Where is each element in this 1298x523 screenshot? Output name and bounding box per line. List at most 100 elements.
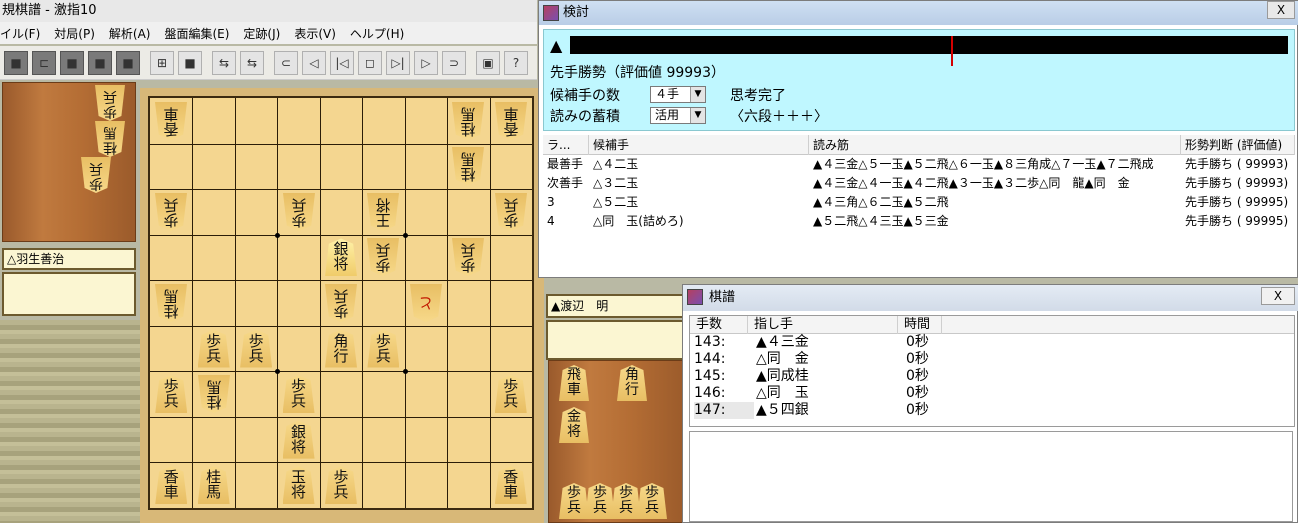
board-grid-line — [150, 416, 532, 418]
column-header-move[interactable]: 候補手 — [589, 135, 809, 155]
shogi-piece[interactable]: 歩兵 — [155, 193, 187, 231]
column-header-rank[interactable]: ラ... — [543, 135, 589, 155]
toolbar-button-icon[interactable]: ? — [504, 50, 528, 75]
shogi-piece[interactable]: 歩兵 — [282, 375, 315, 414]
menu-bar: イル(F) 対局(P) 解析(A) 盤面編集(E) 定跡(J) 表示(V) ヘルプ(H) — [0, 22, 537, 44]
cell-rank: 次善手 — [547, 176, 584, 190]
shogi-piece[interactable]: 角行 — [617, 365, 647, 401]
shogi-piece[interactable]: 歩兵 — [325, 466, 357, 505]
toolbar-button-icon[interactable]: ⊏ — [32, 50, 56, 75]
column-header-eval[interactable]: 形勢判断 (評価値) — [1181, 135, 1295, 155]
shogi-piece[interactable]: 歩兵 — [155, 375, 188, 414]
shogi-piece[interactable]: 桂馬 — [95, 121, 125, 157]
cell-move: △５二玉 — [593, 195, 639, 209]
kifu-cell-move: ▲４三金 — [756, 334, 809, 350]
shogi-piece[interactable]: 歩兵 — [585, 483, 615, 519]
shogi-piece[interactable]: 銀将 — [325, 238, 357, 277]
menu-item[interactable]: イル(F) — [0, 25, 40, 42]
toolbar-button-icon[interactable]: ■ — [60, 50, 84, 75]
shogi-piece[interactable]: 歩兵 — [197, 329, 230, 368]
toolbar-button-icon[interactable]: ◁ — [302, 50, 326, 75]
shogi-piece[interactable]: 桂馬 — [198, 375, 230, 413]
shogi-piece[interactable]: 歩兵 — [240, 329, 273, 368]
menu-item[interactable]: ヘルプ(H) — [350, 25, 404, 42]
kifu-cell-no: 143: — [694, 334, 726, 350]
kifu-header: 手数 指し手 時間 — [690, 316, 1294, 334]
shogi-piece[interactable]: 桂馬 — [155, 284, 187, 322]
shogi-board[interactable]: 香車桂馬香車桂馬歩兵歩兵王将歩兵銀将歩兵歩兵桂馬歩兵と歩兵歩兵角行歩兵歩兵桂馬歩… — [148, 96, 534, 510]
list-item[interactable]: 147: ▲５四銀 0秒 — [690, 402, 1294, 419]
list-item[interactable]: 146: △同 玉 0秒 — [690, 385, 1294, 402]
menu-item[interactable]: 表示(V) — [294, 25, 336, 42]
menu-item[interactable]: 盤面編集(E) — [164, 25, 229, 42]
toolbar-button-icon[interactable]: |◁ — [330, 50, 354, 75]
column-header-move[interactable]: 指し手 — [748, 316, 898, 334]
list-item[interactable]: 145: ▲同成桂 0秒 — [690, 368, 1294, 385]
toolbar-button-icon[interactable]: ⇆ — [240, 50, 264, 75]
shogi-piece[interactable]: 歩兵 — [367, 238, 399, 276]
chevron-down-icon[interactable]: ▼ — [690, 87, 705, 102]
shogi-piece[interactable]: 歩兵 — [495, 193, 527, 231]
column-header-time[interactable]: 時間 — [898, 316, 942, 334]
toolbar-button-icon[interactable]: ◻ — [358, 50, 382, 75]
menu-item[interactable]: 対局(P) — [54, 25, 95, 42]
toolbar-button-icon[interactable]: ■ — [88, 50, 112, 75]
toolbar-button-icon[interactable]: ⇆ — [212, 50, 236, 75]
shogi-piece[interactable]: 歩兵 — [367, 329, 400, 368]
shogi-piece[interactable]: 歩兵 — [81, 157, 111, 193]
toolbar-button-icon[interactable]: ■ — [116, 50, 140, 75]
shogi-piece[interactable]: 桂馬 — [452, 147, 484, 185]
analysis-title-bar: 検討 — [539, 1, 1298, 25]
eval-arrow[interactable]: 〉 — [1282, 36, 1296, 56]
shogi-piece[interactable]: 歩兵 — [95, 85, 125, 121]
analysis-close-button[interactable]: X — [1267, 1, 1295, 19]
shogi-piece[interactable]: 香車 — [155, 102, 187, 140]
shogi-piece[interactable]: 銀将 — [282, 420, 315, 459]
candidates-select[interactable]: ４手 ▼ — [650, 86, 706, 103]
table-row[interactable]: 最善手 △４二玉 ▲４三金△５一玉▲５二飛△６一玉▲８三角成△７一玉▲７二飛成 先手勝… — [543, 155, 1295, 174]
chevron-down-icon[interactable]: ▼ — [690, 108, 705, 123]
toolbar-button-icon[interactable]: ▷ — [414, 50, 438, 75]
shogi-piece[interactable]: 角行 — [325, 329, 357, 368]
shogi-piece[interactable]: と — [410, 284, 442, 322]
toolbar-button-icon[interactable]: ⊃ — [442, 50, 466, 75]
column-header-move-number[interactable]: 手数 — [690, 316, 748, 334]
evaluation-status: 先手勝勢（評価値 99993） — [550, 65, 725, 81]
main-window-title: 規棋譜 - 激指10 — [0, 0, 537, 22]
shogi-piece[interactable]: 飛車 — [559, 365, 589, 401]
shogi-piece[interactable]: 桂馬 — [197, 466, 230, 505]
accumulate-select[interactable]: 活用 ▼ — [650, 107, 706, 124]
toolbar-button-icon[interactable]: ■ — [178, 50, 202, 75]
toolbar-button-icon[interactable]: ■ — [4, 50, 28, 75]
toolbar-button-icon[interactable]: ⊂ — [274, 50, 298, 75]
table-row[interactable]: 4 △同 玉(詰めろ) ▲５二飛△４三玉▲５三金 先手勝ち ( 99995) — [543, 212, 1295, 231]
shogi-piece[interactable]: 玉将 — [282, 466, 315, 505]
list-item[interactable]: 143: ▲４三金 0秒 — [690, 334, 1294, 351]
shogi-piece[interactable]: 歩兵 — [452, 238, 484, 276]
toolbar-button-icon[interactable]: ▣ — [476, 50, 500, 75]
shogi-piece[interactable]: 歩兵 — [611, 483, 641, 519]
toolbar-button-icon[interactable]: ▷| — [386, 50, 410, 75]
shogi-piece[interactable]: 歩兵 — [559, 483, 589, 519]
shogi-piece[interactable]: 香車 — [494, 466, 527, 505]
menu-item[interactable]: 定跡(J) — [243, 25, 280, 42]
shogi-piece[interactable]: 金将 — [559, 407, 589, 443]
evaluation-bar — [570, 36, 1288, 66]
shogi-piece[interactable]: 桂馬 — [452, 102, 484, 140]
kifu-comment-area[interactable] — [689, 431, 1293, 522]
list-item[interactable]: 144: △同 金 0秒 — [690, 351, 1294, 368]
shogi-piece[interactable]: 香車 — [495, 102, 527, 140]
table-row[interactable]: 3 △５二玉 ▲４三角△６二玉▲５二飛 先手勝ち ( 99995) — [543, 193, 1295, 212]
engine-level: 〈六段＋＋＋〉 — [730, 109, 828, 125]
kifu-close-button[interactable]: X — [1261, 287, 1295, 305]
shogi-piece[interactable]: 歩兵 — [283, 193, 315, 231]
shogi-piece[interactable]: 歩兵 — [494, 375, 527, 414]
menu-item[interactable]: 解析(A) — [109, 25, 151, 42]
table-row[interactable]: 次善手 △３二玉 ▲４三金△４一玉▲４二飛▲３一玉▲３二歩△同 龍▲同 金 先手勝ち … — [543, 174, 1295, 193]
column-header-pv[interactable]: 読み筋 — [809, 135, 1181, 155]
shogi-piece[interactable]: 王将 — [367, 193, 399, 231]
shogi-piece[interactable]: 歩兵 — [637, 483, 667, 519]
toolbar-button-icon[interactable]: ⊞ — [150, 50, 174, 75]
shogi-piece[interactable]: 歩兵 — [325, 284, 357, 322]
shogi-piece[interactable]: 香車 — [155, 466, 188, 505]
